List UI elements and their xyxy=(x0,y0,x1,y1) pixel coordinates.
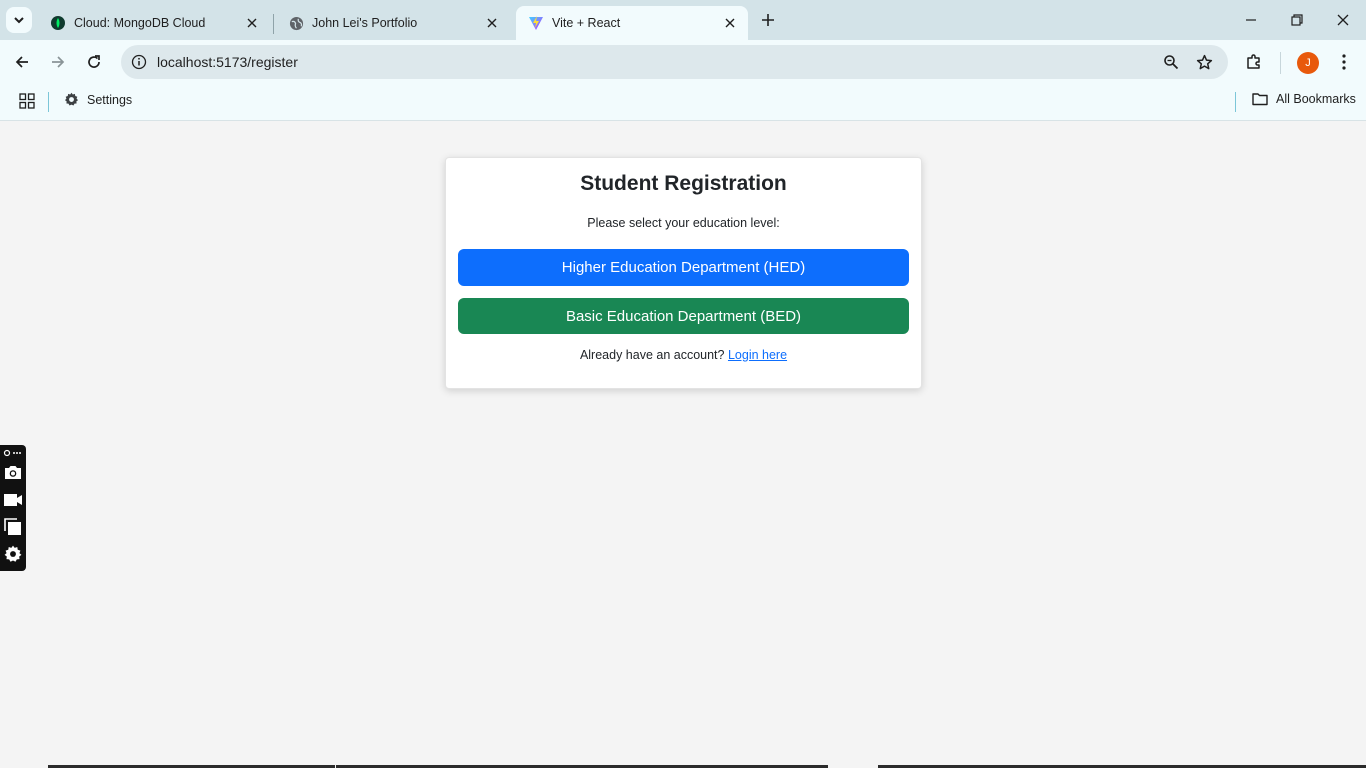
kebab-menu-icon xyxy=(1342,54,1346,70)
bookmark-divider xyxy=(48,92,49,112)
url-text[interactable]: localhost:5173/register xyxy=(157,54,298,70)
login-link[interactable]: Login here xyxy=(728,348,787,362)
tab-vite-react[interactable]: Vite + React xyxy=(516,6,748,40)
bookmark-label: Settings xyxy=(87,92,133,107)
login-prompt: Already have an account? Login here xyxy=(446,348,921,362)
plus-icon xyxy=(762,14,774,26)
hed-button[interactable]: Higher Education Department (HED) xyxy=(458,249,909,286)
settings-gear-icon[interactable] xyxy=(3,544,23,564)
bookmarks-bar: Settings All Bookmarks xyxy=(0,84,1366,121)
video-camera-icon[interactable] xyxy=(3,490,23,510)
bookmark-settings[interactable]: Settings xyxy=(64,92,132,107)
apps-grid-icon[interactable] xyxy=(18,92,36,110)
address-bar[interactable]: localhost:5173/register xyxy=(121,45,1228,79)
bookmark-label: All Bookmarks xyxy=(1276,92,1356,106)
arrow-left-icon xyxy=(15,56,28,68)
bed-button[interactable]: Basic Education Department (BED) xyxy=(458,298,909,334)
arrow-right-icon xyxy=(52,56,65,68)
reload-icon xyxy=(88,55,100,68)
close-tab-icon[interactable] xyxy=(720,13,740,33)
education-level-prompt: Please select your education level: xyxy=(587,216,780,230)
vite-icon xyxy=(528,15,544,31)
login-prompt-text: Already have an account? xyxy=(579,348,725,362)
mongodb-leaf-icon xyxy=(50,15,66,31)
registration-card: Student Registration Please select your … xyxy=(445,157,922,389)
reload-button[interactable] xyxy=(80,48,108,76)
page-title: Student Registration xyxy=(580,172,787,195)
chrome-menu-button[interactable] xyxy=(1330,48,1358,76)
all-bookmarks-button[interactable]: All Bookmarks xyxy=(1252,92,1356,106)
restore-icon xyxy=(1291,14,1303,26)
site-info-icon[interactable] xyxy=(129,52,149,72)
camera-icon[interactable] xyxy=(3,462,23,482)
restore-button[interactable] xyxy=(1274,0,1320,40)
minimize-icon xyxy=(1246,19,1256,21)
bookmark-star-icon[interactable] xyxy=(1194,52,1214,72)
gear-icon xyxy=(64,92,79,106)
forward-button[interactable] xyxy=(44,48,72,76)
bookmark-divider xyxy=(1235,92,1236,112)
tab-search-button[interactable] xyxy=(6,7,32,33)
tab-strip: Cloud: MongoDB Cloud John Lei's Portfoli… xyxy=(0,0,1366,40)
new-tab-button[interactable] xyxy=(756,8,780,32)
close-tab-icon[interactable] xyxy=(482,13,502,33)
zoom-icon[interactable] xyxy=(1161,52,1181,72)
close-tab-icon[interactable] xyxy=(242,13,262,33)
close-window-button[interactable] xyxy=(1320,0,1366,40)
window-capture-icon[interactable] xyxy=(3,517,23,537)
close-icon xyxy=(1337,14,1349,26)
browser-toolbar: localhost:5173/register xyxy=(0,40,1366,84)
folder-icon xyxy=(1252,93,1268,106)
tab-divider xyxy=(273,14,274,34)
tab-title: John Lei's Portfolio xyxy=(312,16,418,30)
toolbar-divider xyxy=(1280,52,1281,74)
tab-title: Cloud: MongoDB Cloud xyxy=(74,16,206,30)
tab-portfolio[interactable]: John Lei's Portfolio xyxy=(276,6,510,40)
more-options-icon[interactable] xyxy=(3,447,23,459)
puzzle-icon xyxy=(1247,54,1260,69)
profile-avatar[interactable]: J xyxy=(1297,52,1319,74)
minimize-button[interactable] xyxy=(1228,0,1274,40)
globe-icon xyxy=(288,15,304,31)
chevron-down-icon xyxy=(14,17,24,24)
recorder-side-toolbar xyxy=(0,445,26,571)
back-button[interactable] xyxy=(8,48,36,76)
tab-title: Vite + React xyxy=(552,16,621,30)
tab-mongodb[interactable]: Cloud: MongoDB Cloud xyxy=(38,6,270,40)
extensions-button[interactable] xyxy=(1240,48,1268,76)
